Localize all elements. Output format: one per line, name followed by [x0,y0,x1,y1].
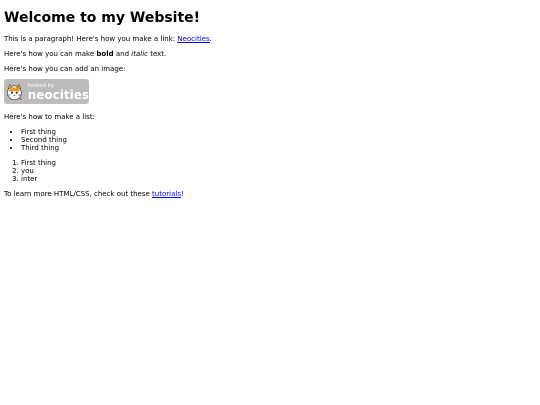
paragraph-list-intro: Here's how to make a list: [4,113,95,121]
paragraph-text-end: . [209,35,212,43]
ordered-list: First thing you inter [4,159,536,183]
paragraph-text: This is a paragraph! Here's how you make… [4,35,178,43]
tutorials-link[interactable]: tutorials [152,190,181,198]
unordered-list: First thing Second thing Third thing [4,128,536,152]
list-item: First thing [21,159,536,167]
italic-text: italic [131,50,148,58]
list-item: you [21,167,536,175]
page-content: Welcome to my Website! This is a paragra… [0,0,540,198]
paragraph-link: This is a paragraph! Here's how you make… [4,35,536,43]
list-item: inter [21,175,536,183]
paragraph-tutorials: To learn more HTML/CSS, check out these … [4,190,536,198]
page-title: Welcome to my Website! [4,10,201,26]
paragraph-text-end: ! [180,190,184,198]
badge-text: hosted by neocities [28,83,89,101]
bold-text: bold [96,50,114,58]
paragraph-text-end: text. [147,50,167,58]
list-item: Second thing [21,136,536,144]
neocities-cat-icon [7,83,22,100]
badge-brand: neocities [27,87,89,102]
paragraph-text-middle: and [113,50,132,58]
paragraph-text: Here's how you can make [4,50,97,58]
paragraph-image-intro: Here's how you can add an image: [4,65,126,73]
neocities-link[interactable]: Neocities [177,35,209,43]
paragraph-text: To learn more HTML/CSS, check out these [4,190,153,198]
hosted-by-neocities-badge: hosted by neocities [4,79,89,104]
list-item: First thing [21,128,536,136]
list-item: Third thing [21,144,536,152]
paragraph-formatting: Here's how you can make bold and italic … [4,50,536,58]
